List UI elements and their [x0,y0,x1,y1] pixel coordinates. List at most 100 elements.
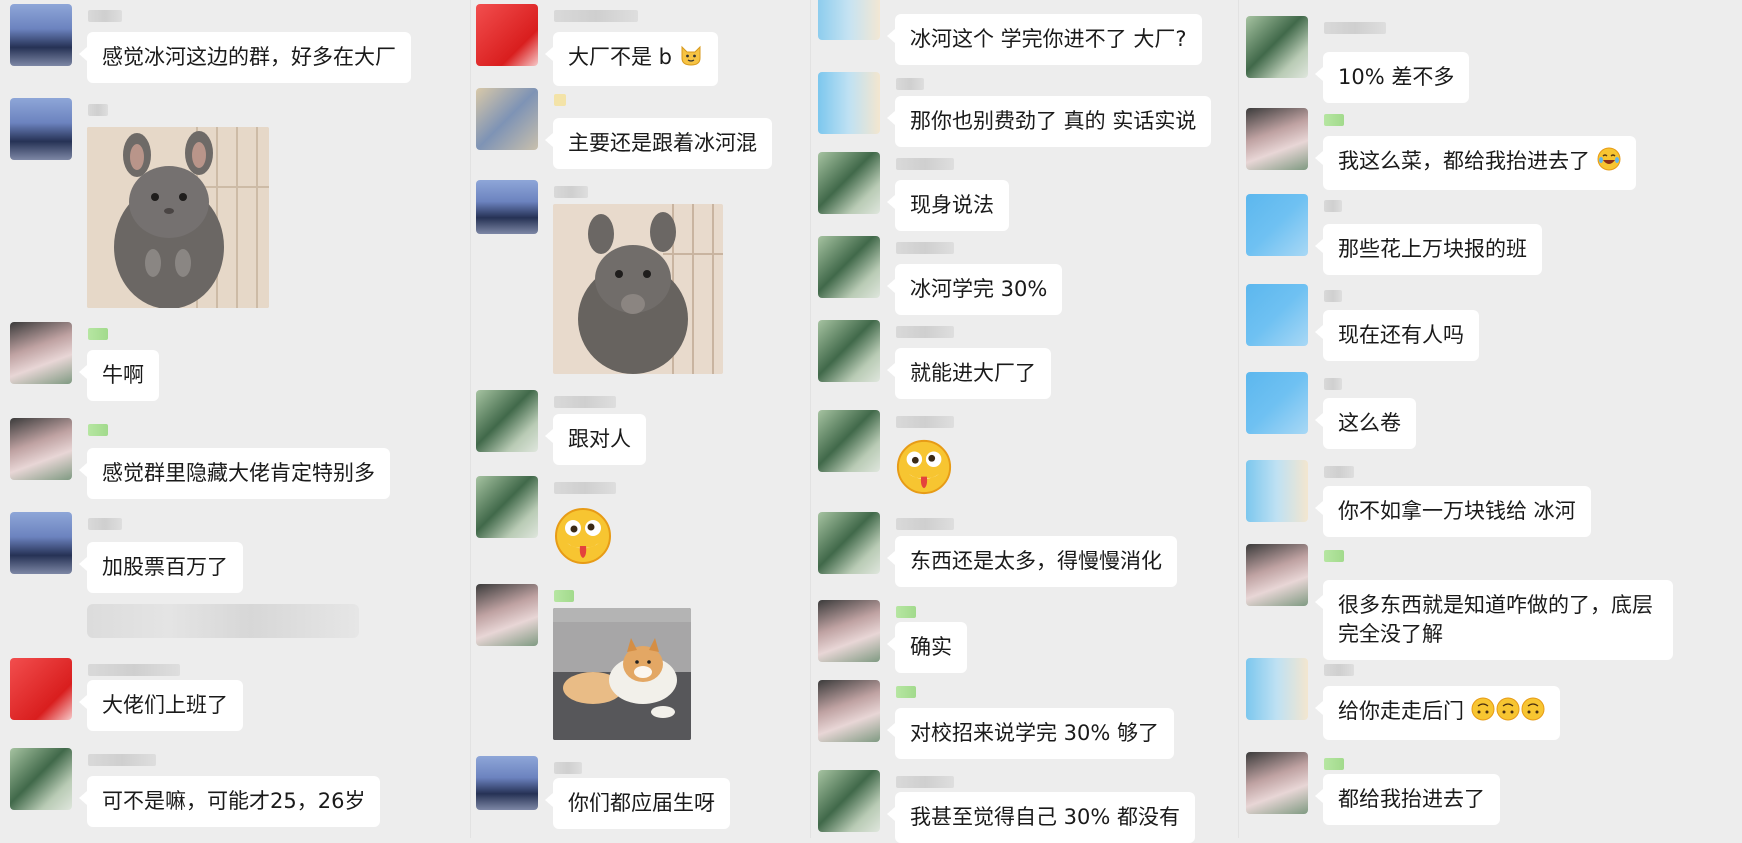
redacted-message [87,604,359,638]
sender-name [896,686,916,698]
message-bubble[interactable]: 确实 [887,622,967,673]
shiba-dog-sticker[interactable] [553,608,691,740]
sender-name [554,762,582,774]
message-text: 你不如拿一万块钱给 冰河 [1338,499,1576,523]
message-bubble[interactable]: 牛啊 [79,350,159,401]
message-bubble[interactable]: 我甚至觉得自己 30% 都没有 [886,792,1196,843]
avatar[interactable] [1246,544,1308,606]
message-text: 你们都应届生呀 [568,791,715,815]
sender-name [554,590,574,602]
message-text: 冰河这个 学完你进不了 大厂? [910,27,1187,51]
avatar[interactable] [10,512,72,574]
message-bubble[interactable]: 可不是嘛，可能才25，26岁 [78,776,381,827]
message-bubble[interactable]: 就能进大厂了 [887,348,1051,399]
sender-name [896,606,916,618]
avatar[interactable] [476,180,538,234]
message-text: 给你走走后门 [1338,699,1464,723]
message-bubble[interactable]: 大厂不是 b [545,32,718,86]
message-bubble[interactable]: 感觉群里隐藏大佬肯定特别多 [79,448,390,499]
avatar[interactable] [10,322,72,384]
avatar[interactable] [818,600,880,662]
chinchilla-illustration [87,127,269,308]
message-text: 就能进大厂了 [910,361,1036,385]
message-bubble[interactable]: 冰河这个 学完你进不了 大厂? [887,14,1202,65]
message-bubble[interactable]: 现在还有人吗 [1315,310,1479,361]
message-bubble[interactable]: 这么卷 [1315,398,1416,449]
sender-name [896,242,954,254]
avatar[interactable] [818,410,880,472]
avatar[interactable] [476,4,538,66]
message-text: 对校招来说学完 30% 够了 [910,721,1160,745]
message-text: 感觉群里隐藏大佬肯定特别多 [102,461,375,485]
avatar[interactable] [818,320,880,382]
avatar[interactable] [10,98,72,160]
upside-down-face-emoji [1471,697,1545,729]
avatar[interactable] [10,418,72,480]
message-bubble[interactable]: 很多东西就是知道咋做的了，底层完全没了解 [1315,580,1673,660]
message-text: 那些花上万块报的班 [1338,237,1527,261]
message-text: 10% 差不多 [1338,65,1455,89]
message-bubble[interactable]: 跟对人 [545,414,646,465]
message-text: 加股票百万了 [102,555,228,579]
avatar[interactable] [818,236,880,298]
avatar[interactable] [1246,16,1308,78]
avatar[interactable] [1246,194,1308,256]
avatar[interactable] [476,584,538,646]
message-bubble[interactable]: 那你也别费劲了 真的 实话实说 [886,96,1212,147]
avatar[interactable] [476,390,538,452]
message-text: 主要还是跟着冰河混 [568,131,757,155]
message-bubble[interactable]: 冰河学完 30% [886,264,1063,315]
chinchilla-sticker[interactable] [87,127,269,308]
message-bubble[interactable]: 现身说法 [887,180,1009,231]
message-bubble[interactable]: 10% 差不多 [1314,52,1470,103]
message-bubble[interactable]: 给你走走后门 [1315,686,1560,740]
message-bubble[interactable]: 加股票百万了 [79,542,243,593]
avatar[interactable] [818,0,880,40]
avatar[interactable] [10,748,72,810]
message-text: 牛啊 [102,363,144,387]
sender-name [554,186,588,198]
message-bubble[interactable]: 我这么菜，都给我抬进去了 [1315,136,1636,190]
sender-name [88,754,156,766]
message-text: 东西还是太多，得慢慢消化 [910,549,1162,573]
chat-column-2: 大厂不是 b 主要还是跟着冰河混 跟对人 你们都应届生呀 [466,0,810,838]
chinchilla-eating-sticker[interactable] [553,204,723,374]
message-bubble[interactable]: 你们都应届生呀 [545,778,730,829]
avatar[interactable] [818,770,880,832]
message-bubble[interactable]: 大佬们上班了 [79,680,243,731]
avatar[interactable] [818,680,880,742]
message-text: 这么卷 [1338,411,1401,435]
message-text: 我这么菜，都给我抬进去了 [1338,149,1590,173]
message-bubble[interactable]: 你不如拿一万块钱给 冰河 [1315,486,1591,537]
avatar[interactable] [1246,460,1308,522]
avatar[interactable] [818,72,880,134]
message-bubble[interactable]: 东西还是太多，得慢慢消化 [887,536,1177,587]
chat-column-3: 冰河这个 学完你进不了 大厂? 那你也别费劲了 真的 实话实说 现身说法 冰河学… [808,0,1238,843]
avatar[interactable] [1246,658,1308,720]
avatar[interactable] [1246,372,1308,434]
message-bubble[interactable]: 那些花上万块报的班 [1315,224,1542,275]
message-text: 很多东西就是知道咋做的了，底层完全没了解 [1338,593,1653,646]
sender-name [896,158,954,170]
avatar[interactable] [1246,284,1308,346]
avatar[interactable] [10,658,72,720]
message-bubble[interactable]: 对校招来说学完 30% 够了 [886,708,1175,759]
avatar[interactable] [818,512,880,574]
avatar[interactable] [476,88,538,150]
laughing-tears-emoji [1597,147,1621,179]
message-bubble[interactable]: 感觉冰河这边的群，好多在大厂 [79,32,411,83]
avatar[interactable] [476,476,538,538]
avatar[interactable] [1246,752,1308,814]
cat-face-emoji [679,43,703,75]
avatar[interactable] [1246,108,1308,170]
avatar[interactable] [476,756,538,810]
message-bubble[interactable]: 都给我抬进去了 [1315,774,1500,825]
chat-column-4: 10% 差不多 我这么菜，都给我抬进去了 那些花上万块报的班 现在还有人吗 这么… [1236,0,1742,838]
message-bubble[interactable]: 主要还是跟着冰河混 [545,118,772,169]
sender-name [896,326,954,338]
avatar[interactable] [10,4,72,66]
message-text: 大厂不是 b [568,45,673,69]
avatar[interactable] [818,152,880,214]
drooling-face-emoji [553,506,613,570]
message-text: 现身说法 [910,193,994,217]
